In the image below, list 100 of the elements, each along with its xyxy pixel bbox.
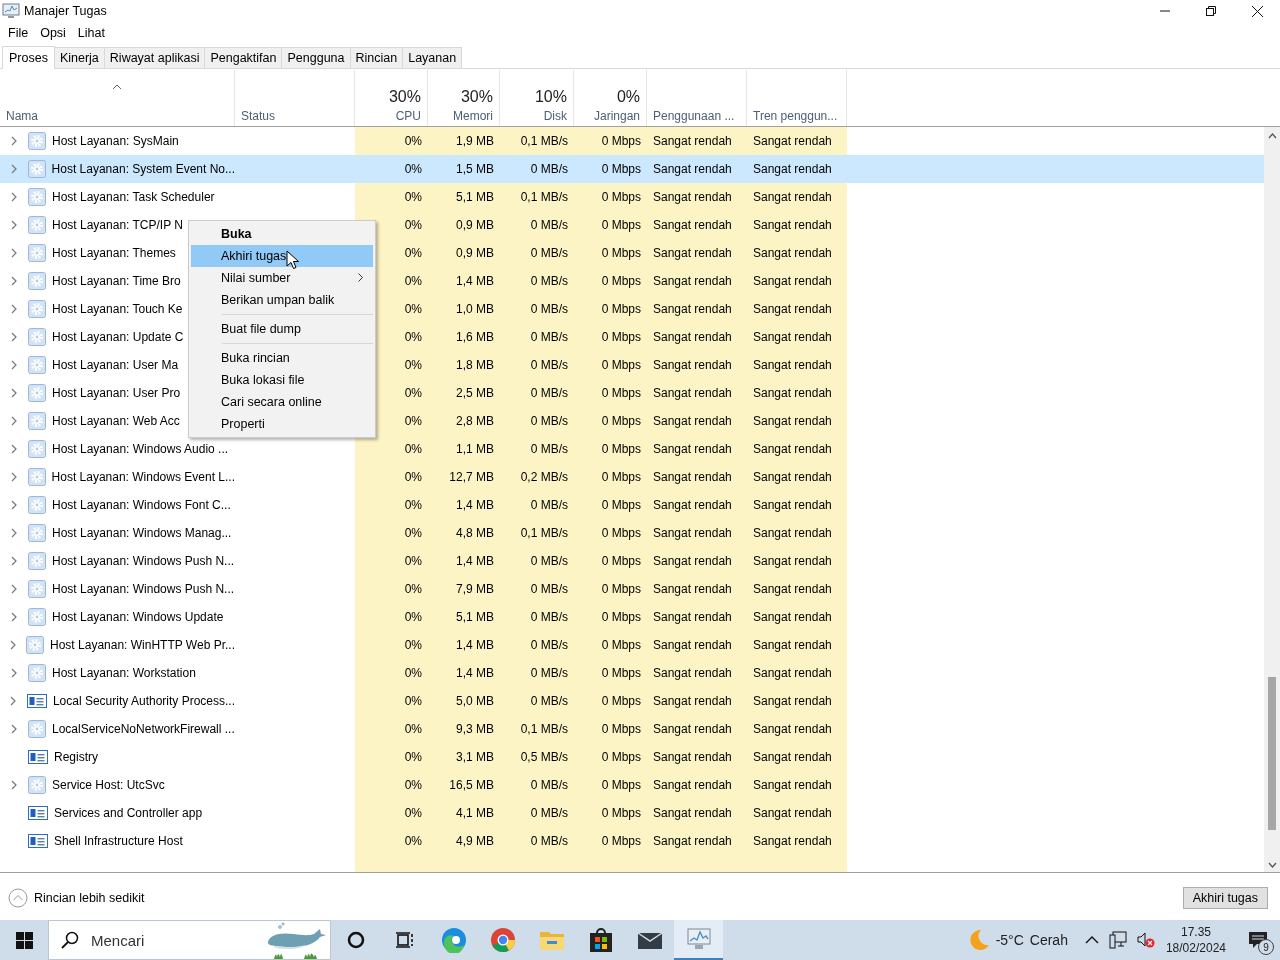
gear-icon	[28, 440, 46, 458]
power-trend-value: Sangat rendah	[753, 470, 832, 484]
tab[interactable]: Rincian	[349, 47, 404, 68]
end-task-button[interactable]: Akhiri tugas	[1182, 886, 1268, 909]
menu-item[interactable]: Buka rincian	[191, 347, 373, 369]
disk-value: 0 MB/s	[530, 554, 568, 568]
network-value: 0 Mbps	[601, 694, 641, 708]
cpu-value: 0%	[404, 638, 422, 652]
expand-chevron-icon[interactable]	[11, 780, 17, 790]
search-field[interactable]: Mencari	[89, 930, 243, 950]
network-value: 0 Mbps	[601, 358, 641, 372]
disk-value: 0 MB/s	[530, 302, 568, 316]
menu-item[interactable]: Cari secara online	[191, 391, 373, 413]
power-value: Sangat rendah	[653, 806, 732, 820]
tab[interactable]: Pengguna	[281, 47, 351, 68]
expand-chevron-icon[interactable]	[11, 304, 17, 314]
memory-value: 1,9 MB	[456, 134, 494, 148]
memory-value: 5,1 MB	[456, 190, 494, 204]
search-box[interactable]: Mencari	[48, 920, 331, 960]
expand-chevron-icon[interactable]	[11, 360, 17, 370]
network-value: 0 Mbps	[601, 274, 641, 288]
menu-item[interactable]: Lihat	[71, 23, 111, 43]
menu-item[interactable]: Buat file dump	[191, 318, 373, 340]
power-trend-value: Sangat rendah	[753, 218, 832, 232]
network-value: 0 Mbps	[601, 722, 641, 736]
expand-chevron-icon[interactable]	[10, 640, 16, 650]
tab[interactable]: Kinerja	[53, 47, 105, 68]
memory-value: 7,9 MB	[456, 582, 494, 596]
process-name: Host Layanan: Windows Font C...	[52, 498, 231, 512]
chevron-up-icon[interactable]	[1084, 936, 1099, 944]
memory-value: 1,8 MB	[456, 358, 494, 372]
cpu-value: 0%	[404, 386, 422, 400]
expand-chevron-icon[interactable]	[11, 388, 17, 398]
cpu-value: 0%	[404, 414, 422, 428]
disk-value: 0 MB/s	[530, 358, 568, 372]
expand-chevron-icon[interactable]	[11, 612, 17, 622]
power-trend-value: Sangat rendah	[753, 358, 832, 372]
menu-item[interactable]: Buka lokasi file	[191, 369, 373, 391]
power-value: Sangat rendah	[653, 638, 732, 652]
menu-item[interactable]: Akhiri tugas	[191, 245, 373, 267]
scroll-up-icon[interactable]	[1267, 133, 1277, 139]
process-name: Host Layanan: WinHTTP Web Pr...	[50, 638, 235, 652]
tab[interactable]: Layanan	[402, 47, 463, 68]
gear-icon	[28, 384, 46, 402]
expand-chevron-icon[interactable]	[11, 416, 17, 426]
expand-chevron-icon[interactable]	[11, 668, 17, 678]
scrollbar[interactable]	[1264, 127, 1280, 872]
expand-chevron-icon[interactable]	[11, 444, 17, 454]
notification-button[interactable]: 9	[1236, 920, 1280, 960]
expand-chevron-icon[interactable]	[11, 136, 17, 146]
expand-chevron-icon[interactable]	[11, 556, 17, 566]
expand-chevron-icon[interactable]	[11, 192, 17, 202]
menu-item[interactable]: Properti	[191, 413, 373, 435]
disk-value: 0,1 MB/s	[520, 526, 568, 540]
expand-chevron-icon[interactable]	[10, 472, 17, 482]
expand-chevron-icon[interactable]	[11, 220, 17, 230]
menu-item[interactable]: Nilai sumber	[191, 267, 373, 289]
network-monitor-icon[interactable]	[1108, 931, 1127, 949]
expand-chevron-icon[interactable]	[10, 164, 17, 174]
network-value: 0 Mbps	[601, 246, 641, 260]
menu-item[interactable]: File	[2, 23, 35, 43]
clock[interactable]: 17.35 18/02/2024	[1165, 924, 1226, 956]
network-value: 0 Mbps	[601, 666, 641, 680]
disk-value: 0 MB/s	[530, 638, 568, 652]
cpu-value: 0%	[404, 498, 422, 512]
tab[interactable]: Riwayat aplikasi	[103, 47, 206, 68]
gear-icon	[28, 188, 46, 206]
expand-chevron-icon[interactable]	[11, 248, 17, 258]
gear-icon	[28, 272, 46, 290]
tab[interactable]: Pengaktifan	[204, 47, 283, 68]
power-trend-value: Sangat rendah	[753, 330, 832, 344]
menu-item[interactable]: Berikan umpan balik	[191, 289, 373, 311]
network-value: 0 Mbps	[601, 834, 641, 848]
tab[interactable]: Proses	[2, 46, 55, 69]
speaker-muted-icon[interactable]	[1136, 931, 1155, 949]
shopping-bag-icon	[588, 927, 613, 953]
selected-row-highlight[interactable]: Host Layanan: System Event No... 0% 1,5 MB 0 MB/s 0 Mbps Sangat rendah Sangat rendah	[0, 155, 1264, 183]
expand-chevron-icon[interactable]	[10, 696, 17, 706]
restore-icon	[1206, 6, 1216, 16]
cpu-value: 0%	[404, 134, 422, 148]
network-value: 0 Mbps	[601, 750, 641, 764]
power-trend-value: Sangat rendah	[753, 722, 832, 736]
power-value: Sangat rendah	[653, 722, 732, 736]
expand-chevron-icon[interactable]	[11, 332, 17, 342]
circle-icon	[346, 931, 365, 949]
network-value: 0 Mbps	[601, 554, 641, 568]
memory-value: 5,1 MB	[456, 610, 494, 624]
expand-chevron-icon[interactable]	[11, 584, 17, 594]
scroll-down-icon[interactable]	[1267, 862, 1277, 868]
menu-item[interactable]: Buka	[191, 223, 373, 245]
network-value: 0 Mbps	[601, 442, 641, 456]
menu-item[interactable]: Opsi	[34, 23, 72, 43]
expand-chevron-icon[interactable]	[11, 724, 17, 734]
fewer-details-link[interactable]: Rincian lebih sedikit	[8, 887, 145, 908]
scrollbar-thumb[interactable]	[1268, 677, 1276, 830]
expand-chevron-icon[interactable]	[11, 500, 17, 510]
expand-chevron-icon[interactable]	[11, 528, 17, 538]
memory-value: 1,4 MB	[456, 498, 494, 512]
expand-chevron-icon[interactable]	[11, 276, 17, 286]
gear-icon	[27, 468, 46, 486]
